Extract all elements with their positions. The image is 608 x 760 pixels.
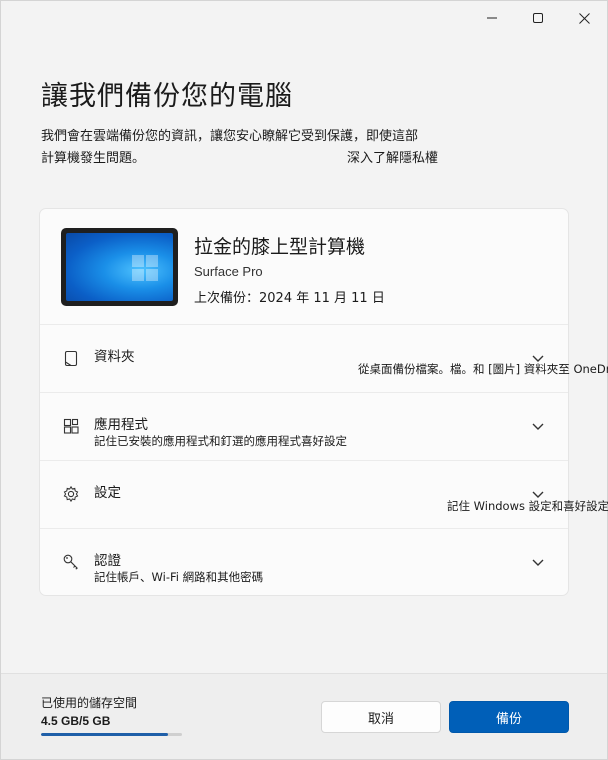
- chevron-down-icon[interactable]: [531, 421, 545, 431]
- device-summary: 拉金的膝上型計算機 Surface Pro 上次備份：2024 年 11 月 1…: [40, 209, 568, 325]
- backup-card: 拉金的膝上型計算機 Surface Pro 上次備份：2024 年 11 月 1…: [39, 208, 569, 596]
- folders-subtitle: 從桌面備份檔案。檔。和 [圖片] 資料夾至 OneDrive: [358, 362, 608, 376]
- backup-button[interactable]: 備份: [449, 701, 569, 733]
- device-screen: [66, 233, 173, 301]
- page-title: 讓我們備份您的電腦: [41, 81, 293, 112]
- backup-item-folders[interactable]: 資料夾: [40, 325, 568, 393]
- close-icon: [578, 12, 590, 24]
- storage-progress-bar: [41, 733, 182, 736]
- last-backup-date: 上次備份：2024 年 11 月 11 日: [194, 291, 385, 306]
- key-icon: [63, 554, 78, 570]
- title-bar[interactable]: [1, 1, 607, 35]
- maximize-button[interactable]: [515, 1, 561, 35]
- backup-item-title: 認證: [94, 553, 121, 569]
- privacy-link[interactable]: 深入了解隱私權: [347, 148, 438, 170]
- backup-item-title: 應用程式: [94, 417, 148, 433]
- chevron-down-icon[interactable]: [531, 557, 545, 567]
- minimize-icon: [487, 17, 497, 19]
- backup-item-subtitle: 記住帳戶、Wi-Fi 網路和其他密碼: [94, 570, 264, 584]
- device-model: Surface Pro: [194, 264, 263, 279]
- gear-icon: [63, 485, 79, 503]
- backup-item-title: 設定: [94, 485, 121, 501]
- device-image: [61, 228, 178, 306]
- cancel-button[interactable]: 取消: [321, 701, 441, 733]
- storage-progress-fill: [41, 733, 168, 736]
- minimize-button[interactable]: [469, 1, 515, 35]
- maximize-icon: [533, 13, 543, 23]
- close-button[interactable]: [561, 1, 607, 35]
- backup-item-subtitle: 記住已安裝的應用程式和釘選的應用程式喜好設定: [94, 434, 347, 448]
- backup-item-credentials[interactable]: 認證 記住帳戶、Wi-Fi 網路和其他密碼: [40, 529, 568, 597]
- footer-bar: 已使用的儲存空間 4.5 GB/5 GB 取消 備份: [1, 673, 607, 759]
- windows-logo-icon: [132, 255, 158, 281]
- backup-item-settings[interactable]: 設定: [40, 461, 568, 529]
- storage-label: 已使用的儲存空間: [41, 696, 138, 710]
- backup-item-apps[interactable]: 應用程式 記住已安裝的應用程式和釘選的應用程式喜好設定: [40, 393, 568, 461]
- backup-window: 讓我們備份您的電腦 我們會在雲端備份您的資訊，讓您安心瞭解它受到保護，即使這部計…: [0, 0, 608, 760]
- folder-icon: [64, 350, 78, 367]
- backup-item-title: 資料夾: [94, 349, 135, 365]
- apps-icon: [63, 418, 79, 434]
- settings-subtitle: 記住 Windows 設定和喜好設定: [447, 499, 608, 513]
- device-name: 拉金的膝上型計算機: [194, 236, 366, 258]
- storage-value: 4.5 GB/5 GB: [41, 714, 111, 728]
